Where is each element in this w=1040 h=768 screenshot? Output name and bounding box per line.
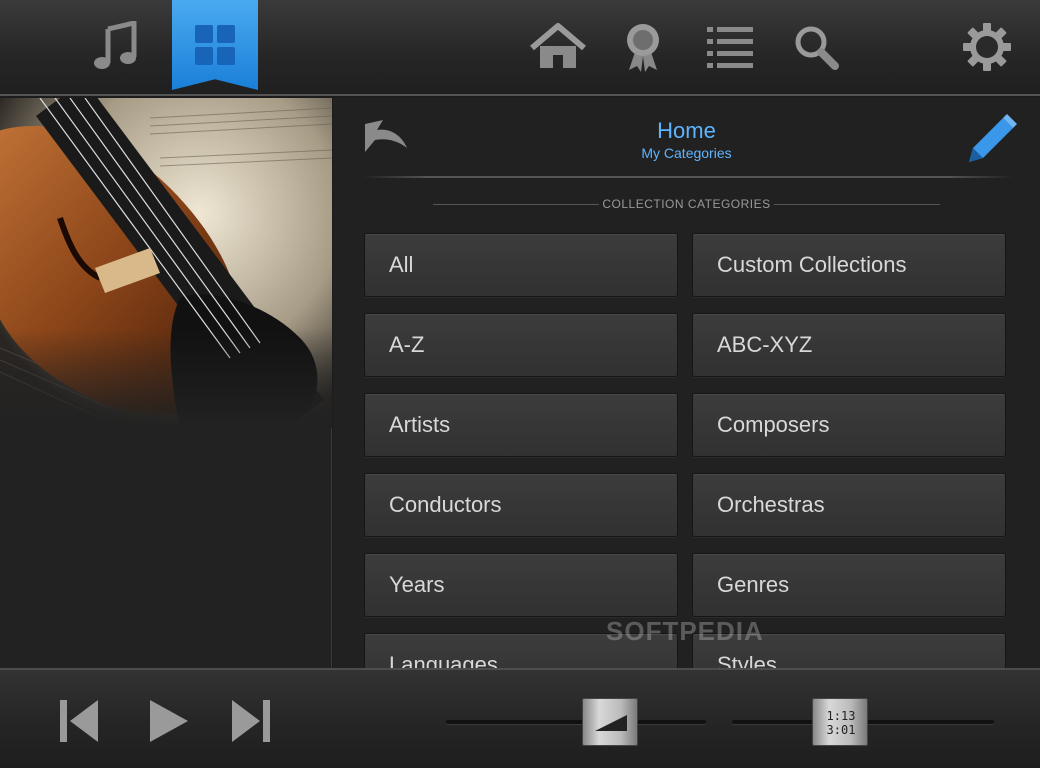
categories-tab[interactable] [172, 0, 258, 90]
pencil-icon[interactable] [963, 112, 1019, 170]
transport-bar: 1:13 3:01 [0, 668, 1040, 768]
gear-icon [962, 22, 1012, 72]
category-years[interactable]: Years [364, 553, 678, 617]
home-button[interactable] [528, 0, 588, 94]
award-icon [623, 22, 663, 72]
elapsed-time: 1:13 [826, 709, 856, 723]
volume-track[interactable] [446, 720, 706, 724]
skip-back-icon[interactable] [58, 698, 100, 748]
category-custom-collections[interactable]: Custom Collections [692, 233, 1006, 297]
play-icon[interactable] [148, 698, 190, 748]
search-button[interactable] [790, 0, 842, 94]
music-note-icon [92, 21, 140, 73]
category-artists[interactable]: Artists [364, 393, 678, 457]
main-panel: Home My Categories COLLECTION CATEGORIES… [333, 98, 1040, 668]
home-icon [529, 22, 587, 72]
page-title: Home [657, 118, 716, 143]
settings-button[interactable] [960, 0, 1014, 94]
volume-wedge-icon [593, 713, 629, 737]
award-button[interactable] [618, 0, 668, 94]
top-toolbar [0, 0, 1040, 96]
category-a-z[interactable]: A-Z [364, 313, 678, 377]
header-divider [363, 176, 1013, 178]
category-composers[interactable]: Composers [692, 393, 1006, 457]
music-tab[interactable] [80, 0, 152, 94]
skip-forward-icon[interactable] [230, 698, 272, 748]
category-all[interactable]: All [364, 233, 678, 297]
seek-slider-handle[interactable]: 1:13 3:01 [812, 698, 868, 746]
volume-slider-handle[interactable] [582, 698, 638, 746]
category-orchestras[interactable]: Orchestras [692, 473, 1006, 537]
grid-icon [193, 23, 237, 67]
category-genres[interactable]: Genres [692, 553, 1006, 617]
list-button[interactable] [704, 0, 756, 94]
album-art [0, 98, 332, 428]
watermark: SOFTPEDIA [606, 616, 764, 646]
search-icon [793, 24, 839, 70]
category-abc-xyz[interactable]: ABC-XYZ [692, 313, 1006, 377]
page-subtitle: My Categories [641, 145, 732, 161]
album-art-panel [0, 98, 332, 668]
list-icon [707, 25, 753, 69]
section-rule-right [774, 204, 940, 205]
category-conductors[interactable]: Conductors [364, 473, 678, 537]
total-time: 3:01 [826, 723, 856, 737]
